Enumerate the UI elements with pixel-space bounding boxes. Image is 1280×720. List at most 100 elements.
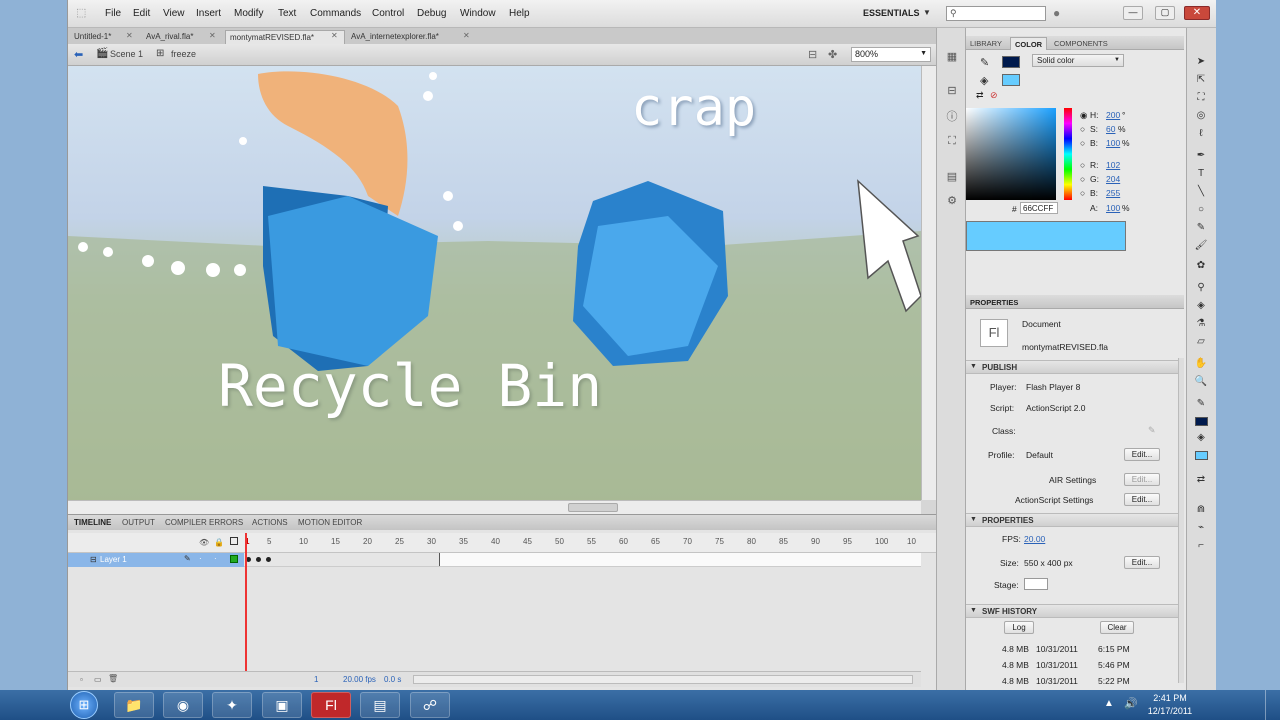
frame-number[interactable]: 90 [811, 537, 820, 546]
stroke-pencil-icon[interactable]: ✎ [980, 56, 989, 69]
swf-history-section-header[interactable]: ▼ SWF HISTORY [966, 604, 1182, 618]
status-fps[interactable]: 20.00 fps [343, 675, 376, 684]
fill-color-chip[interactable] [1195, 451, 1208, 460]
tab-components[interactable]: COMPONENTS [1054, 39, 1108, 48]
g-value[interactable]: 204 [1106, 174, 1120, 184]
search-input[interactable]: ⚲ [946, 6, 1046, 21]
frame-number[interactable]: 50 [555, 537, 564, 546]
scroll-thumb[interactable] [568, 503, 618, 512]
size-edit-button[interactable]: Edit... [1124, 556, 1160, 569]
tab-actions[interactable]: ACTIONS [252, 518, 288, 527]
publish-section-header[interactable]: ▼ PUBLISH [966, 360, 1182, 374]
s-value[interactable]: 60 [1106, 124, 1115, 134]
playhead-line[interactable] [245, 533, 247, 678]
s-radio[interactable]: ○ [1080, 124, 1085, 134]
network-taskbar-icon[interactable]: ☍ [410, 692, 450, 718]
bone-tool-icon[interactable]: ⚲ [1194, 282, 1208, 294]
layer-name[interactable]: Layer 1 [100, 555, 127, 564]
menu-edit[interactable]: Edit [133, 8, 150, 19]
hand-tool-icon[interactable]: ✋ [1194, 358, 1208, 370]
clock-date[interactable]: 12/17/2011 [1144, 706, 1196, 716]
color-type-select[interactable]: Solid color ▼ [1032, 54, 1124, 67]
close-icon[interactable]: ✕ [126, 31, 133, 40]
h-radio[interactable]: ◉ [1080, 110, 1087, 121]
layer-dot[interactable]: · [214, 554, 217, 563]
menu-text[interactable]: Text [278, 8, 296, 19]
close-icon[interactable]: ✕ [463, 31, 470, 40]
frame-number[interactable]: 30 [427, 537, 436, 546]
properties-section-header[interactable]: ▼ PROPERTIES [966, 513, 1182, 527]
chevron-down-icon[interactable]: ▼ [923, 8, 931, 17]
minimize-button[interactable]: — [1123, 6, 1143, 20]
zoom-select[interactable]: 800% ▼ [851, 47, 931, 62]
flash-taskbar-icon[interactable]: Fl [311, 692, 351, 718]
library-icon[interactable]: ▦ [945, 50, 959, 64]
workspace-switcher[interactable]: ESSENTIALS [863, 8, 920, 18]
pencil-tool-icon[interactable]: ✎ [1194, 222, 1208, 234]
frame-number[interactable]: 25 [395, 537, 404, 546]
tray-arrow-icon[interactable]: ▲ [1104, 698, 1114, 709]
stage-canvas[interactable]: crap Recycle Bin [68, 66, 921, 500]
r-radio[interactable]: ○ [1080, 160, 1085, 170]
close-icon[interactable]: ✕ [209, 31, 216, 40]
b-value[interactable]: 100 [1106, 138, 1120, 148]
list-item[interactable]: 4.8 MB 10/31/2011 5:46 PM [966, 658, 1182, 672]
scene-label[interactable]: Scene 1 [110, 49, 143, 59]
menu-help[interactable]: Help [509, 8, 530, 19]
layer-dot[interactable]: · [199, 554, 202, 563]
subselection-tool-icon[interactable]: ⇱ [1194, 74, 1208, 86]
frame-number[interactable]: 65 [651, 537, 660, 546]
frame-number[interactable]: 75 [715, 537, 724, 546]
frame-number[interactable]: 20 [363, 537, 372, 546]
doc-tab-active[interactable]: montymatREVISED.fla* [225, 30, 345, 44]
menu-view[interactable]: View [163, 8, 185, 19]
straighten-icon[interactable]: ⌐ [1194, 540, 1208, 552]
menu-commands[interactable]: Commands [310, 8, 361, 19]
menu-debug[interactable]: Debug [417, 8, 446, 19]
stroke-color-chip[interactable] [1195, 417, 1208, 426]
frame-number[interactable]: 15 [331, 537, 340, 546]
back-arrow-icon[interactable]: ⬅ [74, 48, 83, 61]
frame-number[interactable]: 55 [587, 537, 596, 546]
menu-control[interactable]: Control [372, 8, 404, 19]
status-time[interactable]: 0.0 s [384, 675, 401, 684]
frame-number[interactable]: 10 [907, 537, 916, 546]
stage-vertical-scrollbar[interactable] [921, 66, 936, 500]
fps-value[interactable]: 20.00 [1024, 534, 1045, 544]
class-input[interactable] [1026, 422, 1156, 436]
properties-title[interactable]: PROPERTIES [970, 298, 1018, 307]
swatches-icon[interactable]: ▤ [945, 170, 959, 184]
blue-value[interactable]: 255 [1106, 188, 1120, 198]
brush-tool-icon[interactable]: 🖌 [1194, 240, 1208, 252]
chrome-taskbar-icon[interactable]: ◉ [163, 692, 203, 718]
menu-file[interactable]: File [105, 8, 121, 19]
components-icon[interactable]: ⚙ [945, 194, 959, 208]
swap-colors-tool-icon[interactable]: ⇄ [1194, 474, 1208, 486]
frame-number[interactable]: 80 [747, 537, 756, 546]
transform-icon[interactable]: ⛶ [945, 134, 959, 148]
tab-compiler-errors[interactable]: COMPILER ERRORS [165, 518, 243, 527]
air-edit-button[interactable]: Edit... [1124, 473, 1160, 486]
profile-edit-button[interactable]: Edit... [1124, 448, 1160, 461]
pen-tool-icon[interactable]: ✒ [1194, 150, 1208, 162]
doc-tab[interactable]: AvA_internetexplorer.fla* [347, 30, 477, 44]
tab-color[interactable]: COLOR [1010, 37, 1048, 50]
media-taskbar-icon[interactable]: ▣ [262, 692, 302, 718]
alpha-value[interactable]: 100 [1106, 203, 1120, 213]
frame-number[interactable]: 45 [523, 537, 532, 546]
timeline-scrollbar[interactable] [413, 675, 913, 684]
close-button[interactable]: ✕ [1184, 6, 1210, 20]
show-desktop-button[interactable] [1265, 690, 1280, 720]
frame-number[interactable]: 40 [491, 537, 500, 546]
frame-number[interactable]: 60 [619, 537, 628, 546]
frame-cells[interactable] [244, 553, 921, 567]
layer-color-box[interactable] [230, 555, 238, 563]
menu-insert[interactable]: Insert [196, 8, 221, 19]
swap-colors-icon[interactable]: ⇄ [976, 90, 984, 101]
start-button[interactable]: ⊞ [70, 691, 98, 719]
frame-number[interactable]: 70 [683, 537, 692, 546]
edit-scene-icon[interactable]: ⊟ [808, 48, 817, 61]
stage-color-swatch[interactable] [1024, 578, 1048, 590]
as-edit-button[interactable]: Edit... [1124, 493, 1160, 506]
stroke-color-tool-icon[interactable]: ✎ [1194, 398, 1208, 410]
